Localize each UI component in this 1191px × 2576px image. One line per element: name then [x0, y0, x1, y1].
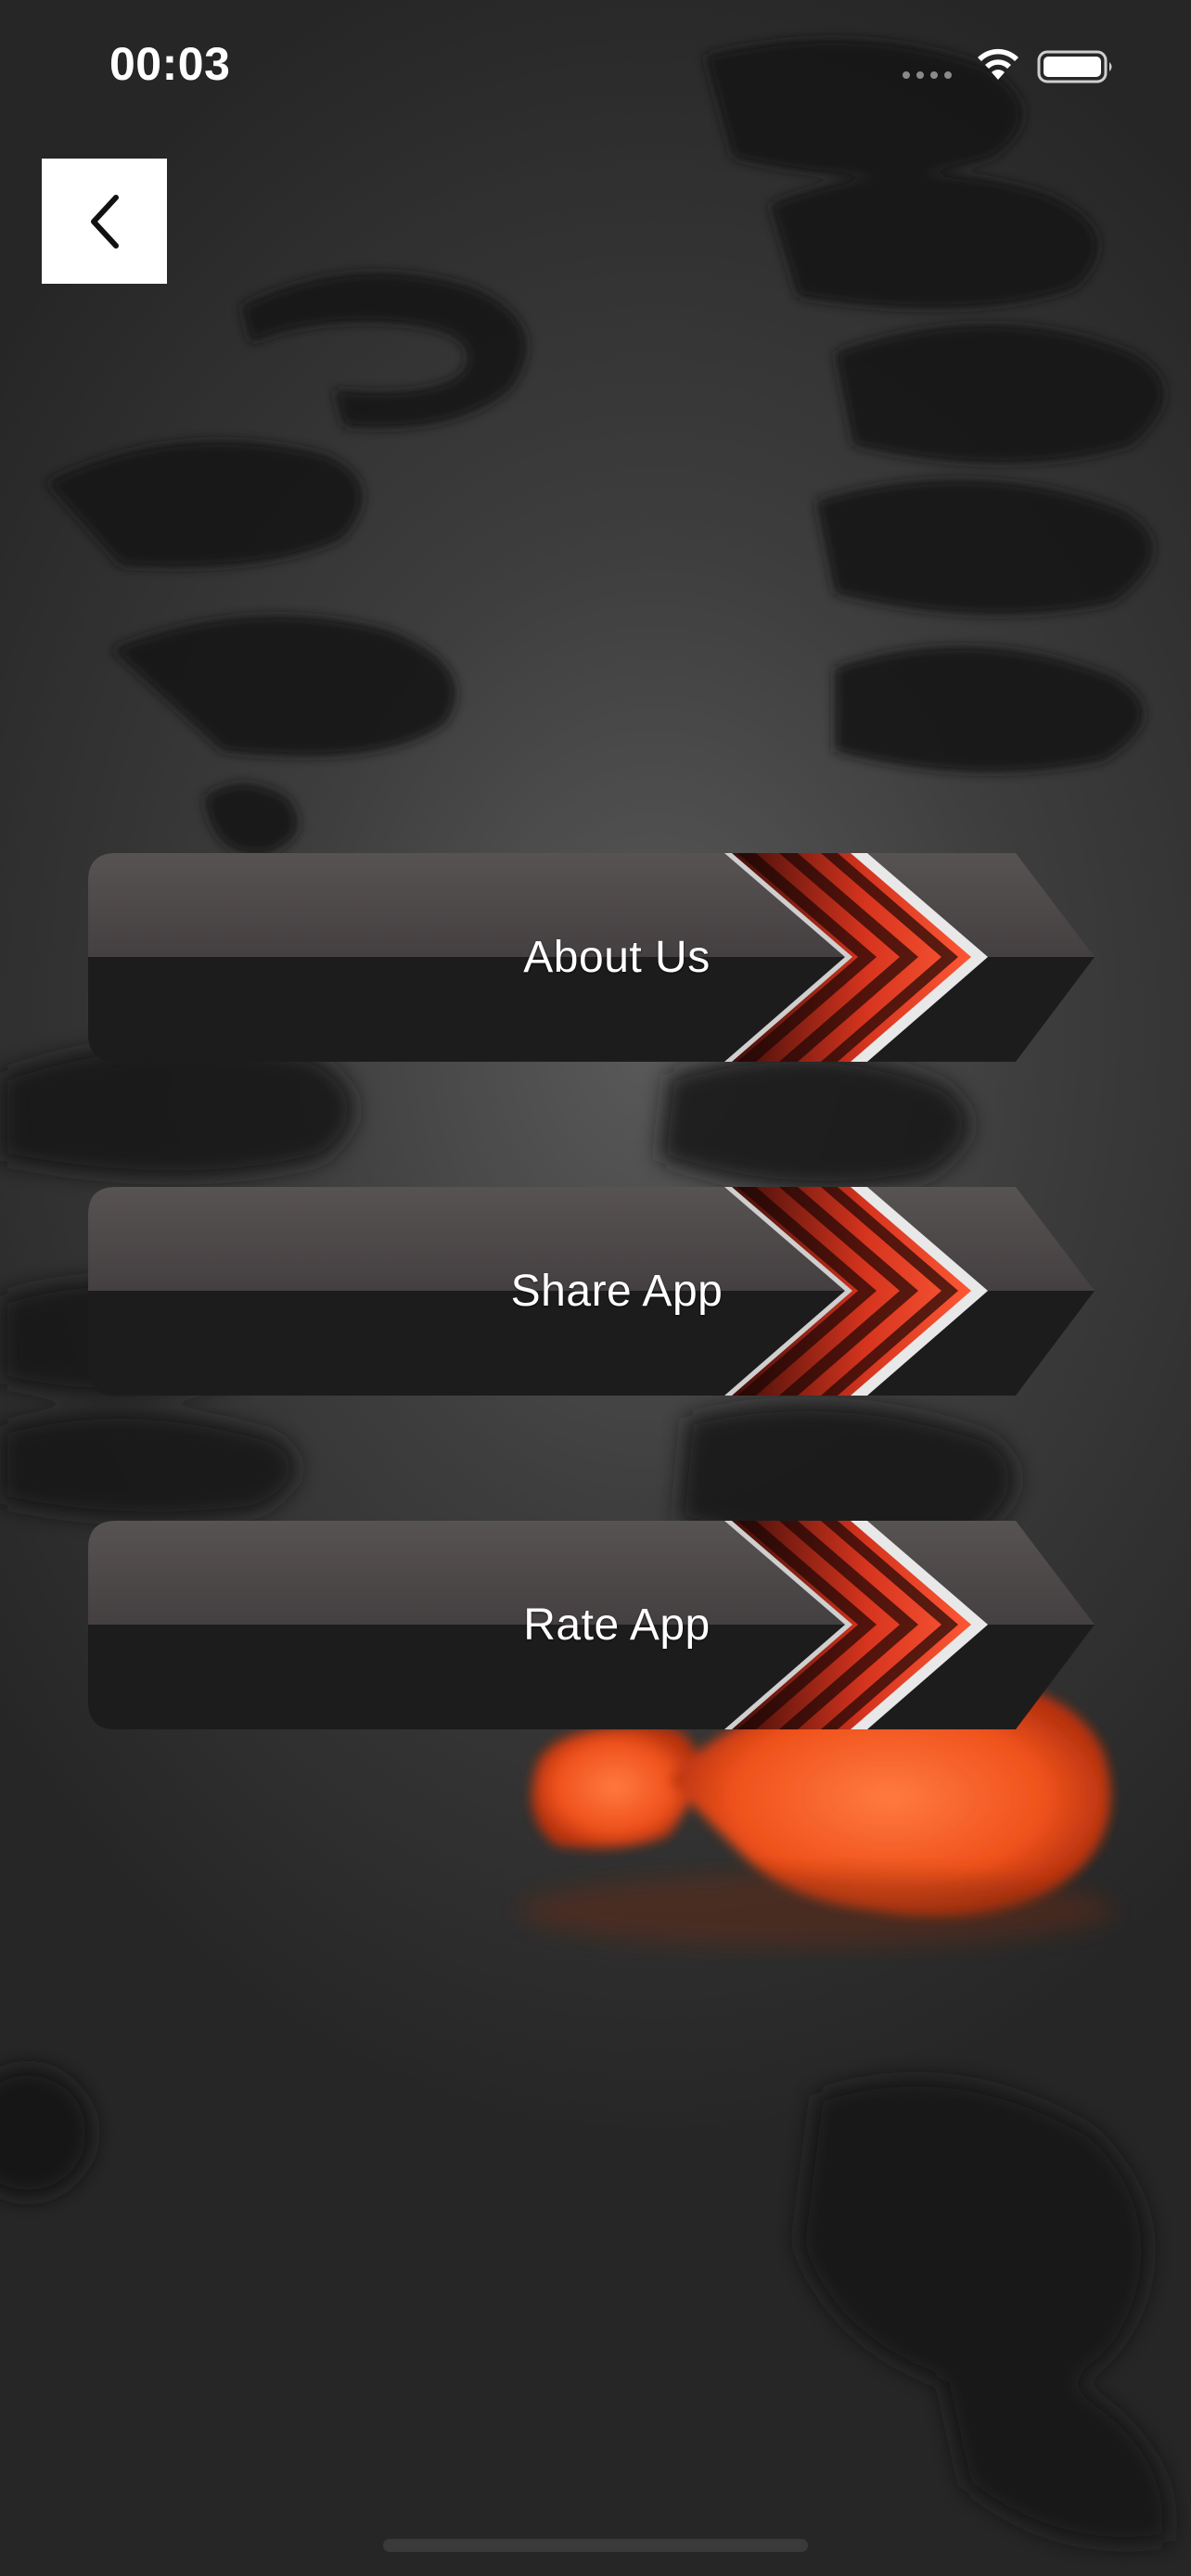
battery-icon [1037, 50, 1112, 83]
chevron-left-icon [90, 194, 119, 249]
status-bar: 00:03 [0, 0, 1191, 130]
back-button[interactable] [42, 159, 167, 284]
rate-app-button[interactable]: Rate App [88, 1521, 1099, 1729]
about-us-button[interactable]: About Us [88, 853, 1099, 1062]
about-us-label: About Us [523, 933, 711, 982]
share-app-label: Share App [510, 1267, 724, 1316]
home-indicator[interactable] [383, 2539, 808, 2552]
status-time: 00:03 [109, 38, 231, 90]
rate-app-label: Rate App [523, 1600, 711, 1650]
wifi-icon [978, 48, 1018, 80]
cellular-dots-icon [903, 71, 952, 79]
share-app-button[interactable]: Share App [88, 1187, 1099, 1396]
